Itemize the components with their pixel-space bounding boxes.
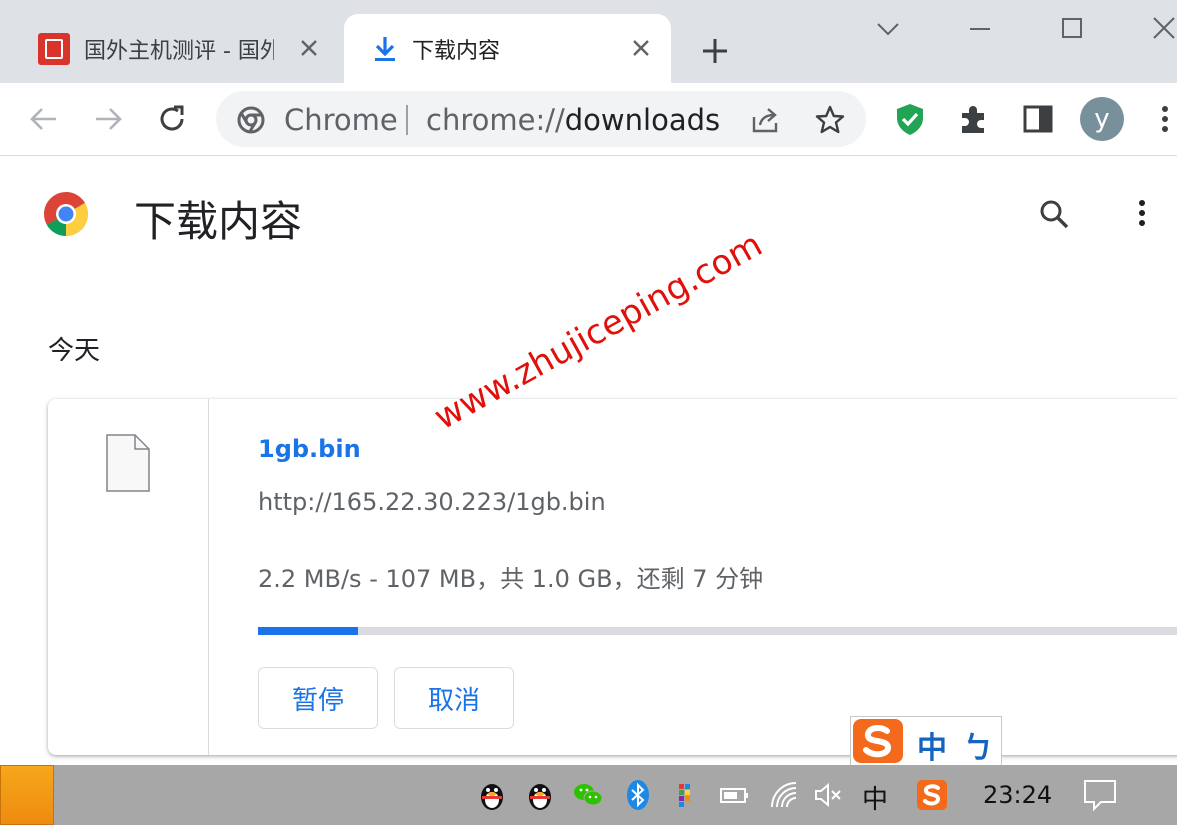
date-section-label: 今天 xyxy=(48,336,101,366)
bookmark-star-icon[interactable] xyxy=(814,104,846,136)
download-item-card: 1gb.bin http://165.22.30.223/1gb.bin 2.2… xyxy=(48,399,1177,755)
address-bar[interactable]: Chrome chrome://downloads xyxy=(216,91,866,147)
more-menu-icon[interactable] xyxy=(1155,101,1175,137)
wifi-icon[interactable] xyxy=(768,779,800,811)
reload-icon[interactable] xyxy=(154,101,190,137)
shield-extension-icon[interactable] xyxy=(892,101,928,137)
share-icon[interactable] xyxy=(750,105,782,135)
close-window-icon[interactable] xyxy=(1144,14,1177,44)
pause-button[interactable]: 暂停 xyxy=(258,667,378,729)
download-icon xyxy=(375,36,395,61)
tab-zhujiceping[interactable]: 国外主机测评 - 国外 xyxy=(14,14,339,83)
file-source-url[interactable]: http://165.22.30.223/1gb.bin xyxy=(258,488,606,516)
start-button[interactable] xyxy=(0,765,54,825)
tab-strip: 国外主机测评 - 国外 下载内容 xyxy=(0,0,1177,83)
download-status-text: 2.2 MB/s - 107 MB，共 1.0 GB，还剩 7 分钟 xyxy=(258,565,764,593)
site-favicon-icon xyxy=(38,32,70,65)
side-panel-icon[interactable] xyxy=(1020,101,1056,137)
wechat-icon[interactable] xyxy=(572,779,604,811)
action-center-icon[interactable] xyxy=(1082,777,1118,813)
site-label: Chrome xyxy=(284,103,398,137)
taskbar-clock[interactable]: 23:24 xyxy=(983,781,1052,809)
sogou-tray-icon[interactable] xyxy=(916,779,948,811)
minimize-icon[interactable] xyxy=(960,14,1000,44)
cancel-button[interactable]: 取消 xyxy=(394,667,514,729)
qq-penguin-icon[interactable] xyxy=(524,779,556,811)
tab-search-chevron-down-icon[interactable] xyxy=(868,14,908,44)
maximize-icon[interactable] xyxy=(1052,14,1092,44)
search-icon[interactable] xyxy=(1036,196,1072,232)
page-more-menu-icon[interactable] xyxy=(1130,196,1154,232)
ime-status-bar[interactable]: 中 ㄅ xyxy=(850,716,1002,766)
omnibox-divider xyxy=(406,105,408,135)
taskbar: 中 23:24 xyxy=(0,765,1177,825)
tab-downloads[interactable]: 下载内容 xyxy=(344,14,671,83)
volume-muted-icon[interactable] xyxy=(812,779,844,811)
close-icon[interactable] xyxy=(297,36,321,60)
page-title: 下载内容 xyxy=(134,197,303,246)
sogou-ime-logo-icon xyxy=(853,719,903,763)
profile-avatar[interactable]: y xyxy=(1080,97,1124,141)
qq-penguin-icon[interactable] xyxy=(476,779,508,811)
extensions-puzzle-icon[interactable] xyxy=(956,101,992,137)
back-arrow-icon[interactable] xyxy=(26,101,62,137)
download-progress-bar xyxy=(258,627,1177,635)
browser-toolbar: Chrome chrome://downloads y xyxy=(0,83,1177,156)
download-progress-fill xyxy=(258,627,358,635)
battery-icon[interactable] xyxy=(718,779,750,811)
card-divider xyxy=(208,399,209,755)
tab-title: 下载内容 xyxy=(412,38,501,64)
chrome-logo-icon xyxy=(44,192,88,236)
url-text[interactable]: chrome://downloads xyxy=(426,103,720,137)
tab-title: 国外主机测评 - 国外 xyxy=(84,38,274,64)
color-grid-app-icon[interactable] xyxy=(670,779,702,811)
forward-arrow-icon[interactable] xyxy=(90,101,126,137)
file-icon xyxy=(106,434,150,492)
ime-mode-chinese[interactable]: 中 xyxy=(917,723,947,767)
bluetooth-icon[interactable] xyxy=(622,779,654,811)
chrome-site-icon xyxy=(237,106,265,134)
input-language-indicator[interactable]: 中 xyxy=(862,779,888,816)
close-icon[interactable] xyxy=(629,36,653,60)
new-tab-icon[interactable] xyxy=(698,34,732,68)
file-name-link[interactable]: 1gb.bin xyxy=(258,435,361,463)
ime-punctuation-toggle[interactable]: ㄅ xyxy=(963,723,993,767)
